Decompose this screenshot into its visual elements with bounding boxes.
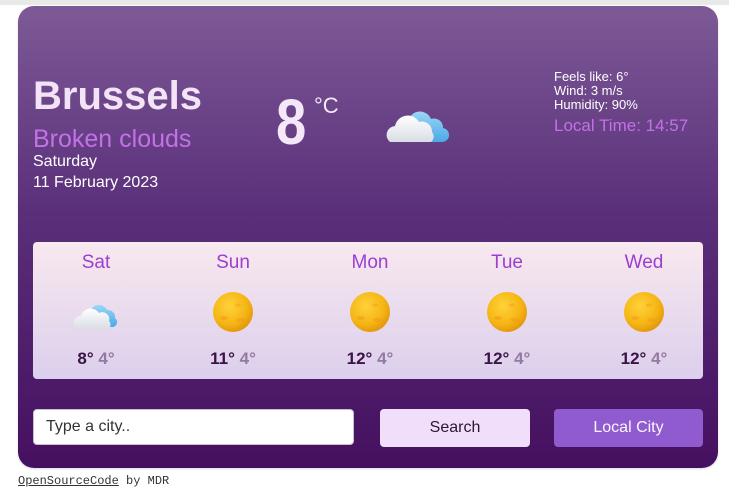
weekday: Saturday bbox=[33, 153, 98, 170]
forecast-day-name: Sat bbox=[81, 252, 111, 273]
forecast-day: Wed 12° 4° bbox=[581, 242, 707, 379]
local-city-button[interactable]: Local City bbox=[554, 409, 703, 447]
city-name: Brussels bbox=[33, 74, 202, 118]
forecast-day: Tue 12° 4° bbox=[444, 242, 570, 379]
top-divider bbox=[0, 0, 729, 5]
clouds-icon bbox=[74, 305, 118, 329]
footer-credit: by MDR bbox=[118, 474, 170, 488]
local-time: Local Time: 14:57 bbox=[554, 116, 689, 135]
forecast-day: Mon 12° 4° bbox=[307, 242, 433, 379]
weather-details: Feels like: 6° Wind: 3 m/s Humidity: 90% bbox=[554, 70, 638, 112]
sun-icon bbox=[487, 292, 527, 332]
forecast-max: 12° bbox=[346, 349, 373, 368]
forecast-temps: 11° 4° bbox=[170, 349, 296, 369]
forecast-day: Sun 11° 4° bbox=[170, 242, 296, 379]
forecast-max: 12° bbox=[483, 349, 510, 368]
broken-clouds-icon bbox=[386, 111, 450, 143]
search-button[interactable]: Search bbox=[380, 409, 530, 447]
forecast-min: 4° bbox=[651, 349, 668, 368]
forecast-max: 12° bbox=[620, 349, 647, 368]
feels-like: Feels like: 6° bbox=[554, 69, 629, 84]
weather-card: Brussels Broken clouds Saturday 11 Febru… bbox=[18, 6, 718, 468]
forecast-max: 8° bbox=[77, 349, 94, 368]
source-code-link[interactable]: OpenSourceCode bbox=[18, 474, 119, 488]
date: 11 February 2023 bbox=[33, 174, 159, 191]
forecast-day-name: Tue bbox=[490, 252, 524, 273]
forecast-temps: 8° 4° bbox=[33, 349, 159, 369]
sun-icon bbox=[213, 292, 253, 332]
forecast-min: 4° bbox=[514, 349, 531, 368]
forecast-day: Sat 8° 4° bbox=[33, 242, 159, 379]
forecast-day-name: Mon bbox=[351, 252, 389, 273]
forecast-day-name: Sun bbox=[216, 252, 250, 273]
forecast-temps: 12° 4° bbox=[444, 349, 570, 369]
forecast-min: 4° bbox=[98, 349, 115, 368]
forecast-day-name: Wed bbox=[624, 252, 664, 273]
forecast-temps: 12° 4° bbox=[307, 349, 433, 369]
city-search-input[interactable] bbox=[33, 409, 354, 445]
temperature-unit: °C bbox=[314, 93, 339, 118]
current-temperature: 8 bbox=[276, 86, 307, 158]
sun-icon bbox=[624, 292, 664, 332]
sun-icon bbox=[350, 292, 390, 332]
forecast-min: 4° bbox=[239, 349, 256, 368]
humidity: Humidity: 90% bbox=[554, 97, 638, 112]
forecast-temps: 12° 4° bbox=[581, 349, 707, 369]
wind: Wind: 3 m/s bbox=[554, 83, 623, 98]
forecast-panel: Sat 8° 4° Sun 11° 4° Mon 12° 4° Tue 12° … bbox=[33, 242, 703, 379]
forecast-max: 11° bbox=[210, 349, 235, 368]
footer: OpenSourceCode by MDR bbox=[18, 474, 169, 488]
weather-description: Broken clouds bbox=[33, 125, 192, 153]
forecast-min: 4° bbox=[377, 349, 394, 368]
